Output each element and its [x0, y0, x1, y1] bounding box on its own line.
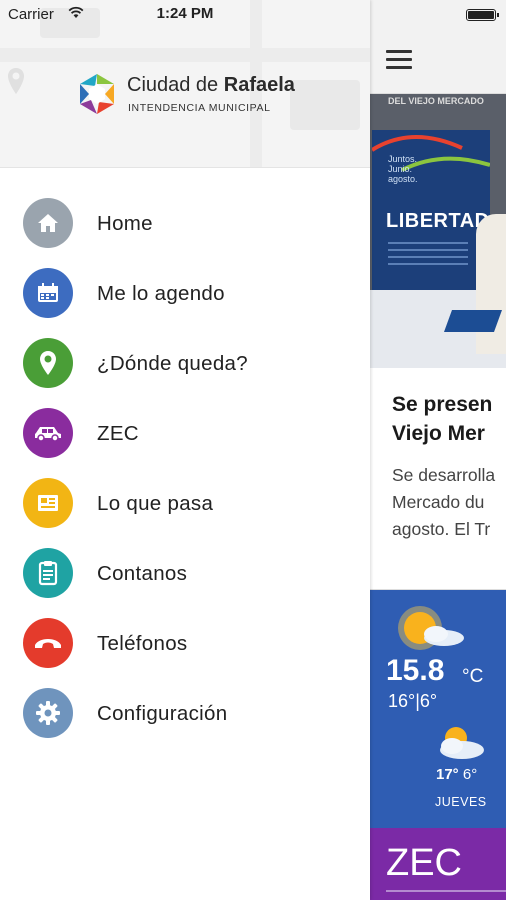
map-background: [0, 48, 370, 62]
news-card[interactable]: Se presen Viejo Mer Se desarrolla Mercad…: [370, 368, 506, 590]
photo-book: [443, 310, 503, 332]
map-background: [290, 80, 360, 130]
app-screen: Carrier 1:24 PM Ciudad de Rafaela INTEND…: [0, 0, 506, 900]
menu-item-configuracion[interactable]: Configuración: [0, 678, 370, 748]
menu-label-donde-queda: ¿Dónde queda?: [97, 352, 248, 375]
clipboard-icon: [23, 548, 73, 598]
news-body: Se desarrolla Mercado du agosto. El Tr: [392, 462, 495, 543]
forecast-min: 6°: [462, 766, 478, 783]
map-pin-icon: [8, 68, 24, 94]
phone-icon: [23, 618, 73, 668]
news-title-line: Viejo Mer: [392, 422, 485, 445]
news-body-line: Se desarrolla: [392, 465, 496, 485]
news-title: Se presen Viejo Mer: [392, 390, 492, 448]
zec-card[interactable]: ZEC: [370, 828, 506, 900]
status-bar: Carrier 1:24 PM: [0, 0, 506, 30]
news-body-line: Mercado du: [392, 492, 485, 512]
news-title-line: Se presen: [392, 393, 493, 416]
zec-card-label: ZEC: [386, 842, 462, 884]
forecast-max: 17°: [436, 766, 459, 783]
brand-name-regular: Ciudad de: [127, 74, 224, 96]
menu-label-contanos: Contanos: [97, 562, 188, 585]
brand-name: Ciudad de Rafaela: [127, 74, 295, 97]
menu-item-telefonos[interactable]: Teléfonos: [0, 608, 370, 678]
menu-label-home: Home: [97, 212, 153, 235]
car-icon: [23, 408, 73, 458]
menu-label-zec: ZEC: [97, 422, 139, 445]
main-content: DEL VIEJO MERCADO Juntos. Junio. agosto.…: [370, 0, 506, 900]
navigation-drawer: Ciudad de Rafaela INTENDENCIA MUNICIPAL …: [0, 0, 370, 900]
hamburger-icon[interactable]: [386, 50, 412, 70]
rafaela-logo-icon: [80, 74, 114, 114]
home-icon: [23, 198, 73, 248]
today-min-max: 16°|6°: [388, 691, 438, 711]
photo-caption: DEL VIEJO MERCADO: [388, 96, 484, 106]
menu-label-configuracion: Configuración: [97, 702, 228, 725]
news-photo[interactable]: DEL VIEJO MERCADO Juntos. Junio. agosto.…: [370, 94, 506, 368]
menu-item-zec[interactable]: ZEC: [0, 398, 370, 468]
partly-sunny-icon: [398, 606, 464, 650]
photo-person: [476, 214, 506, 354]
news-body-line: agosto. El Tr: [392, 519, 491, 539]
menu-item-lo-que-pasa[interactable]: Lo que pasa: [0, 468, 370, 538]
brand-name-bold: Rafaela: [223, 74, 295, 96]
drawer-menu: Home Me lo agendo ¿Dónde queda? ZEC Lo q…: [0, 188, 370, 748]
partly-cloudy-icon: [440, 727, 484, 759]
newspaper-icon: [23, 478, 73, 528]
location-pin-icon: [23, 338, 73, 388]
temperature-unit: °C: [462, 666, 484, 687]
forecast-temperature: 17° 6°: [436, 766, 477, 783]
zec-underline: [386, 890, 506, 892]
menu-item-agenda[interactable]: Me lo agendo: [0, 258, 370, 328]
menu-item-donde-queda[interactable]: ¿Dónde queda?: [0, 328, 370, 398]
gear-icon: [23, 688, 73, 738]
battery-icon: [466, 9, 499, 21]
weather-widget[interactable]: 15.8 °C 16°|6° 17° 6° JUEVES: [370, 590, 506, 828]
forecast-day: JUEVES: [435, 795, 487, 809]
calendar-icon: [23, 268, 73, 318]
menu-label-agenda: Me lo agendo: [97, 282, 225, 305]
menu-item-home[interactable]: Home: [0, 188, 370, 258]
menu-label-lo-que-pasa: Lo que pasa: [97, 492, 214, 515]
banner-title: LIBERTAD: [386, 210, 490, 232]
banner-small-text: Juntos. Junio. agosto.: [388, 154, 418, 184]
menu-label-telefonos: Teléfonos: [97, 632, 188, 655]
clock: 1:24 PM: [156, 5, 214, 22]
brand-subtitle: INTENDENCIA MUNICIPAL: [128, 102, 271, 114]
menu-item-contanos[interactable]: Contanos: [0, 538, 370, 608]
banner-text-lines: [388, 242, 468, 270]
current-temperature: 15.8: [386, 654, 445, 687]
